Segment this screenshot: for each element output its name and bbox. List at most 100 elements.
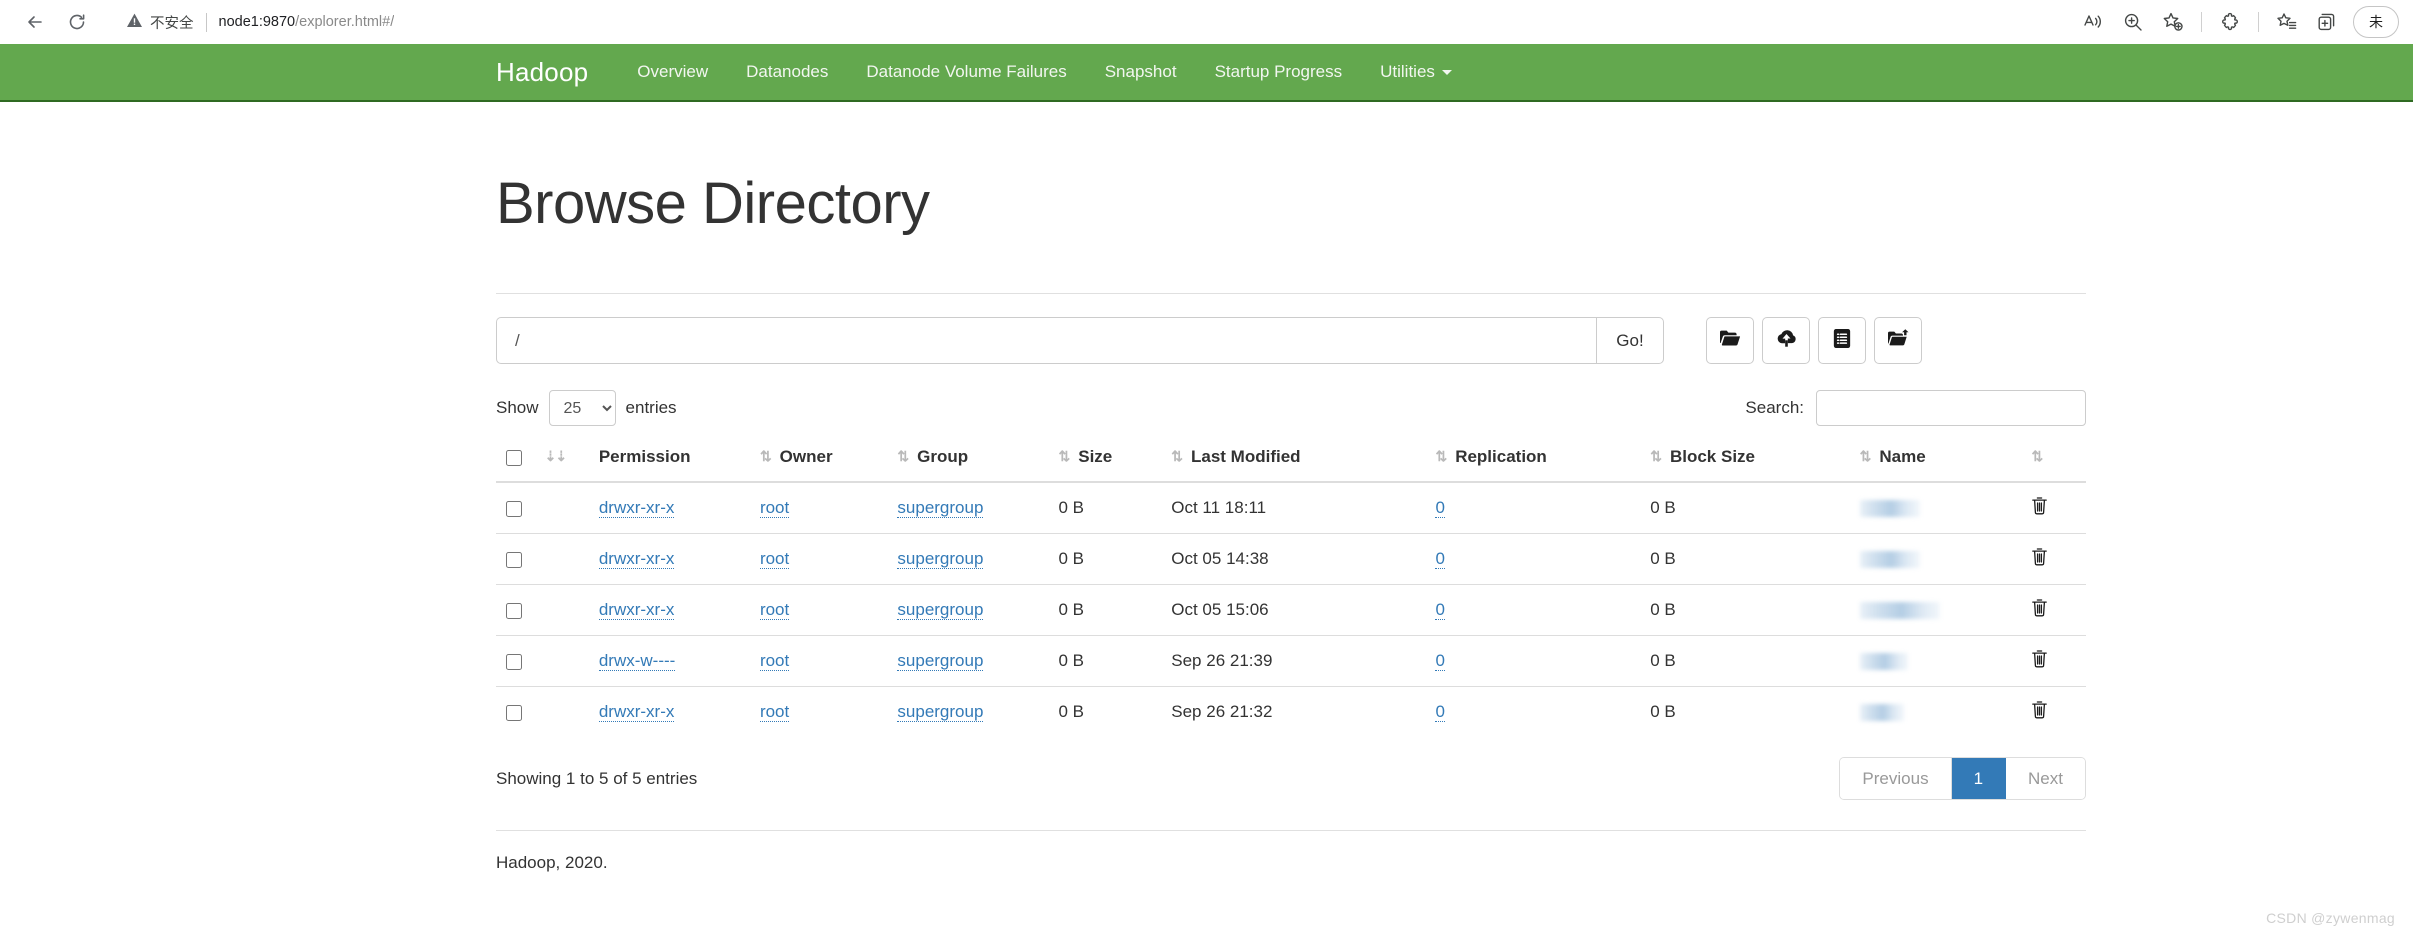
- address-bar[interactable]: 不安全 node1:9870/explorer.html#/: [110, 5, 2065, 39]
- row-select-cell[interactable]: [496, 686, 535, 737]
- row-name-cell[interactable]: [1849, 533, 2022, 585]
- owner-link[interactable]: root: [759, 498, 790, 518]
- permission-link[interactable]: drwxr-xr-x: [598, 549, 675, 569]
- select-all-checkbox[interactable]: [506, 449, 522, 466]
- block-size-header[interactable]: ⇅ Block Size: [1640, 439, 1850, 483]
- delete-icon[interactable]: [2031, 547, 2048, 571]
- replication-header[interactable]: ⇅ Replication: [1425, 439, 1641, 483]
- nav-link-datanode-volume-failures[interactable]: Datanode Volume Failures: [847, 43, 1085, 101]
- search-input[interactable]: [1816, 390, 2086, 426]
- row-delete-cell[interactable]: [2021, 584, 2086, 636]
- replication-link[interactable]: 0: [1435, 549, 1445, 569]
- path-input[interactable]: [496, 317, 1596, 364]
- size-header[interactable]: ⇅ Size: [1048, 439, 1162, 483]
- permission-link[interactable]: drwxr-xr-x: [598, 498, 675, 518]
- row-delete-cell[interactable]: [2021, 533, 2086, 585]
- owner-header[interactable]: ⇅ Owner: [749, 439, 888, 483]
- row-delete-cell[interactable]: [2021, 481, 2086, 534]
- row-permission-cell: drwxr-xr-x: [588, 481, 750, 534]
- nav-link-overview[interactable]: Overview: [618, 43, 727, 101]
- permission-header[interactable]: Permission: [588, 439, 750, 483]
- profile-button[interactable]: 未: [2353, 6, 2399, 38]
- row-size-cell: 0 B: [1048, 481, 1162, 534]
- owner-link[interactable]: root: [759, 600, 790, 620]
- group-link[interactable]: supergroup: [897, 651, 984, 671]
- table-row[interactable]: drwxr-xr-x root supergroup 0 B Sep 26 21…: [496, 686, 2086, 737]
- row-replication-cell: 0: [1425, 533, 1641, 585]
- replication-link[interactable]: 0: [1435, 651, 1445, 671]
- row-name-cell[interactable]: [1849, 584, 2022, 636]
- row-name-cell[interactable]: [1849, 686, 2022, 737]
- row-select-cell[interactable]: [496, 533, 535, 585]
- add-favorite-icon[interactable]: [2155, 6, 2191, 38]
- group-header[interactable]: ⇅ Group: [887, 439, 1049, 483]
- upload-files-button[interactable]: [1762, 317, 1810, 364]
- table-row[interactable]: drwxr-xr-x root supergroup 0 B Oct 05 14…: [496, 533, 2086, 585]
- row-delete-cell[interactable]: [2021, 686, 2086, 737]
- pagination-page-1[interactable]: 1: [1951, 758, 2007, 799]
- select-all-header[interactable]: [496, 439, 535, 483]
- row-checkbox[interactable]: [506, 500, 522, 517]
- pagination-previous[interactable]: Previous: [1840, 758, 1952, 799]
- go-button[interactable]: Go!: [1596, 317, 1664, 364]
- nav-link-datanodes[interactable]: Datanodes: [727, 43, 847, 101]
- split-screen-icon[interactable]: [2309, 6, 2345, 38]
- row-name-cell[interactable]: [1849, 635, 2022, 687]
- site-security-chip[interactable]: 不安全: [126, 12, 194, 33]
- paste-button[interactable]: [1874, 317, 1922, 364]
- sort-icon: ⇅: [1058, 448, 1071, 464]
- row-type-cell: [534, 481, 589, 534]
- owner-link[interactable]: root: [759, 651, 790, 671]
- replication-link[interactable]: 0: [1435, 600, 1445, 620]
- group-link[interactable]: supergroup: [897, 600, 984, 620]
- owner-link[interactable]: root: [759, 702, 790, 722]
- table-row[interactable]: drwxr-xr-x root supergroup 0 B Oct 11 18…: [496, 481, 2086, 534]
- favorites-list-icon[interactable]: [2269, 6, 2305, 38]
- permission-link[interactable]: drwx-w----: [598, 651, 676, 671]
- row-name-cell[interactable]: [1849, 481, 2022, 534]
- delete-icon[interactable]: [2031, 598, 2048, 622]
- delete-icon[interactable]: [2031, 700, 2048, 724]
- pagination-next[interactable]: Next: [2006, 758, 2085, 799]
- url-host: node1:9870: [218, 14, 296, 30]
- read-aloud-icon[interactable]: [2075, 6, 2111, 38]
- row-size-cell: 0 B: [1048, 584, 1162, 636]
- back-button[interactable]: [14, 5, 56, 39]
- row-checkbox[interactable]: [506, 704, 522, 721]
- brand-logo[interactable]: Hadoop: [496, 57, 588, 88]
- table-row[interactable]: drwx-w---- root supergroup 0 B Sep 26 21…: [496, 635, 2086, 687]
- row-checkbox[interactable]: [506, 551, 522, 568]
- name-header[interactable]: ⇅ Name: [1849, 439, 2022, 483]
- type-header[interactable]: ⇣⇣: [534, 439, 589, 483]
- nav-link-snapshot[interactable]: Snapshot: [1086, 43, 1196, 101]
- table-row[interactable]: drwxr-xr-x root supergroup 0 B Oct 05 15…: [496, 584, 2086, 636]
- row-checkbox[interactable]: [506, 602, 522, 619]
- path-input-group: Go!: [496, 317, 1664, 364]
- group-link[interactable]: supergroup: [897, 498, 984, 518]
- page-length-select[interactable]: 25 50 100: [548, 390, 616, 426]
- delete-icon[interactable]: [2031, 649, 2048, 673]
- group-link[interactable]: supergroup: [897, 702, 984, 722]
- row-delete-cell[interactable]: [2021, 635, 2086, 687]
- cloud-upload-icon: [1775, 328, 1798, 353]
- permission-link[interactable]: drwxr-xr-x: [598, 702, 675, 722]
- replication-link[interactable]: 0: [1435, 498, 1445, 518]
- replication-link[interactable]: 0: [1435, 702, 1445, 722]
- row-replication-cell: 0: [1425, 686, 1641, 737]
- cut-list-button[interactable]: [1818, 317, 1866, 364]
- row-select-cell[interactable]: [496, 584, 535, 636]
- nav-link-startup-progress[interactable]: Startup Progress: [1196, 43, 1362, 101]
- group-link[interactable]: supergroup: [897, 549, 984, 569]
- new-directory-button[interactable]: [1706, 317, 1754, 364]
- delete-icon[interactable]: [2031, 496, 2048, 520]
- row-checkbox[interactable]: [506, 653, 522, 670]
- permission-link[interactable]: drwxr-xr-x: [598, 600, 675, 620]
- row-select-cell[interactable]: [496, 481, 535, 534]
- reload-button[interactable]: [56, 5, 98, 39]
- zoom-icon[interactable]: [2115, 6, 2151, 38]
- owner-link[interactable]: root: [759, 549, 790, 569]
- last-modified-header[interactable]: ⇅ Last Modified: [1161, 439, 1426, 483]
- row-select-cell[interactable]: [496, 635, 535, 687]
- extensions-icon[interactable]: [2212, 6, 2248, 38]
- nav-link-utilities[interactable]: Utilities: [1361, 43, 1471, 101]
